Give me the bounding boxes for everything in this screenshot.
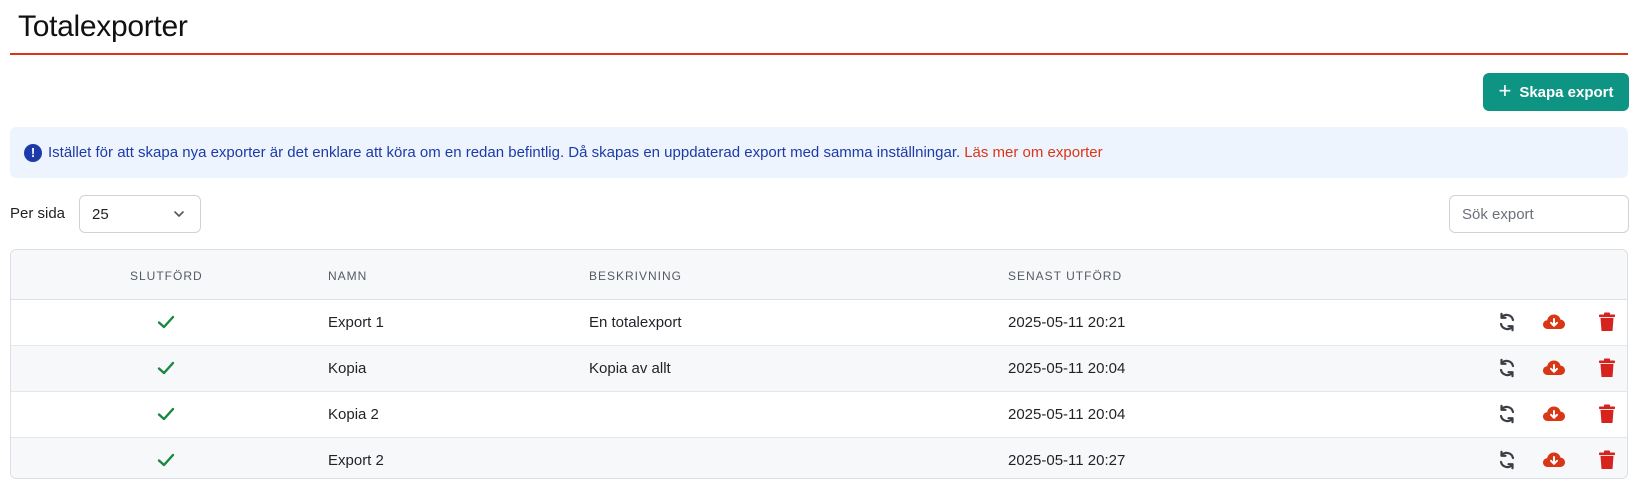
- check-icon: [157, 315, 175, 329]
- export-description: Kopia av allt: [589, 360, 671, 377]
- cloud-download-icon[interactable]: [1542, 312, 1566, 332]
- refresh-icon[interactable]: [1497, 404, 1517, 424]
- per-page-select[interactable]: 25: [79, 195, 201, 233]
- check-icon: [157, 407, 175, 421]
- create-export-button[interactable]: + Skapa export: [1483, 73, 1629, 111]
- column-header-description: BESKRIVNING: [589, 269, 683, 283]
- cloud-download-icon[interactable]: [1542, 450, 1566, 470]
- column-header-completed: SLUTFÖRD: [130, 269, 203, 283]
- trash-icon[interactable]: [1598, 312, 1616, 332]
- per-page-value: 25: [92, 205, 109, 223]
- trash-icon[interactable]: [1598, 450, 1616, 470]
- exports-table: SLUTFÖRD NAMN BESKRIVNING SENAST UTFÖRD …: [10, 249, 1628, 479]
- table-row: Export 2 2025-05-11 20:27: [11, 438, 1627, 478]
- export-name: Export 1: [328, 314, 384, 331]
- read-more-link[interactable]: Läs mer om exporter: [964, 144, 1102, 161]
- search-input[interactable]: [1449, 195, 1629, 233]
- column-header-last-run: SENAST UTFÖRD: [1008, 269, 1123, 283]
- exclamation-circle-icon: !: [24, 143, 42, 162]
- cloud-download-icon[interactable]: [1542, 404, 1566, 424]
- chevron-down-icon: [174, 211, 184, 217]
- per-page-label: Per sida: [10, 205, 66, 222]
- export-description: En totalexport: [589, 314, 682, 331]
- table-row: Kopia Kopia av allt 2025-05-11 20:04: [11, 346, 1627, 392]
- check-icon: [157, 361, 175, 375]
- trash-icon[interactable]: [1598, 404, 1616, 424]
- plus-icon: +: [1498, 78, 1512, 103]
- cloud-download-icon[interactable]: [1542, 358, 1566, 378]
- table-row: Export 1 En totalexport 2025-05-11 20:21: [11, 300, 1627, 346]
- table-header: SLUTFÖRD NAMN BESKRIVNING SENAST UTFÖRD: [11, 250, 1627, 300]
- create-export-label: Skapa export: [1519, 83, 1614, 101]
- export-last-run: 2025-05-11 20:21: [1008, 314, 1126, 331]
- export-last-run: 2025-05-11 20:04: [1008, 406, 1126, 423]
- page-title: Totalexporter: [18, 10, 188, 43]
- trash-icon[interactable]: [1598, 358, 1616, 378]
- export-name: Kopia 2: [328, 406, 379, 423]
- export-last-run: 2025-05-11 20:27: [1008, 452, 1126, 469]
- table-row: Kopia 2 2025-05-11 20:04: [11, 392, 1627, 438]
- refresh-icon[interactable]: [1497, 358, 1517, 378]
- export-last-run: 2025-05-11 20:04: [1008, 360, 1126, 377]
- check-icon: [157, 453, 175, 467]
- refresh-icon[interactable]: [1497, 312, 1517, 332]
- refresh-icon[interactable]: [1497, 450, 1517, 470]
- info-banner: ! Istället för att skapa nya exporter är…: [10, 127, 1628, 178]
- title-divider: [10, 53, 1628, 55]
- info-message: Istället för att skapa nya exporter är d…: [48, 144, 961, 161]
- export-name: Kopia: [328, 360, 367, 377]
- export-name: Export 2: [328, 452, 384, 469]
- column-header-name: NAMN: [328, 269, 368, 283]
